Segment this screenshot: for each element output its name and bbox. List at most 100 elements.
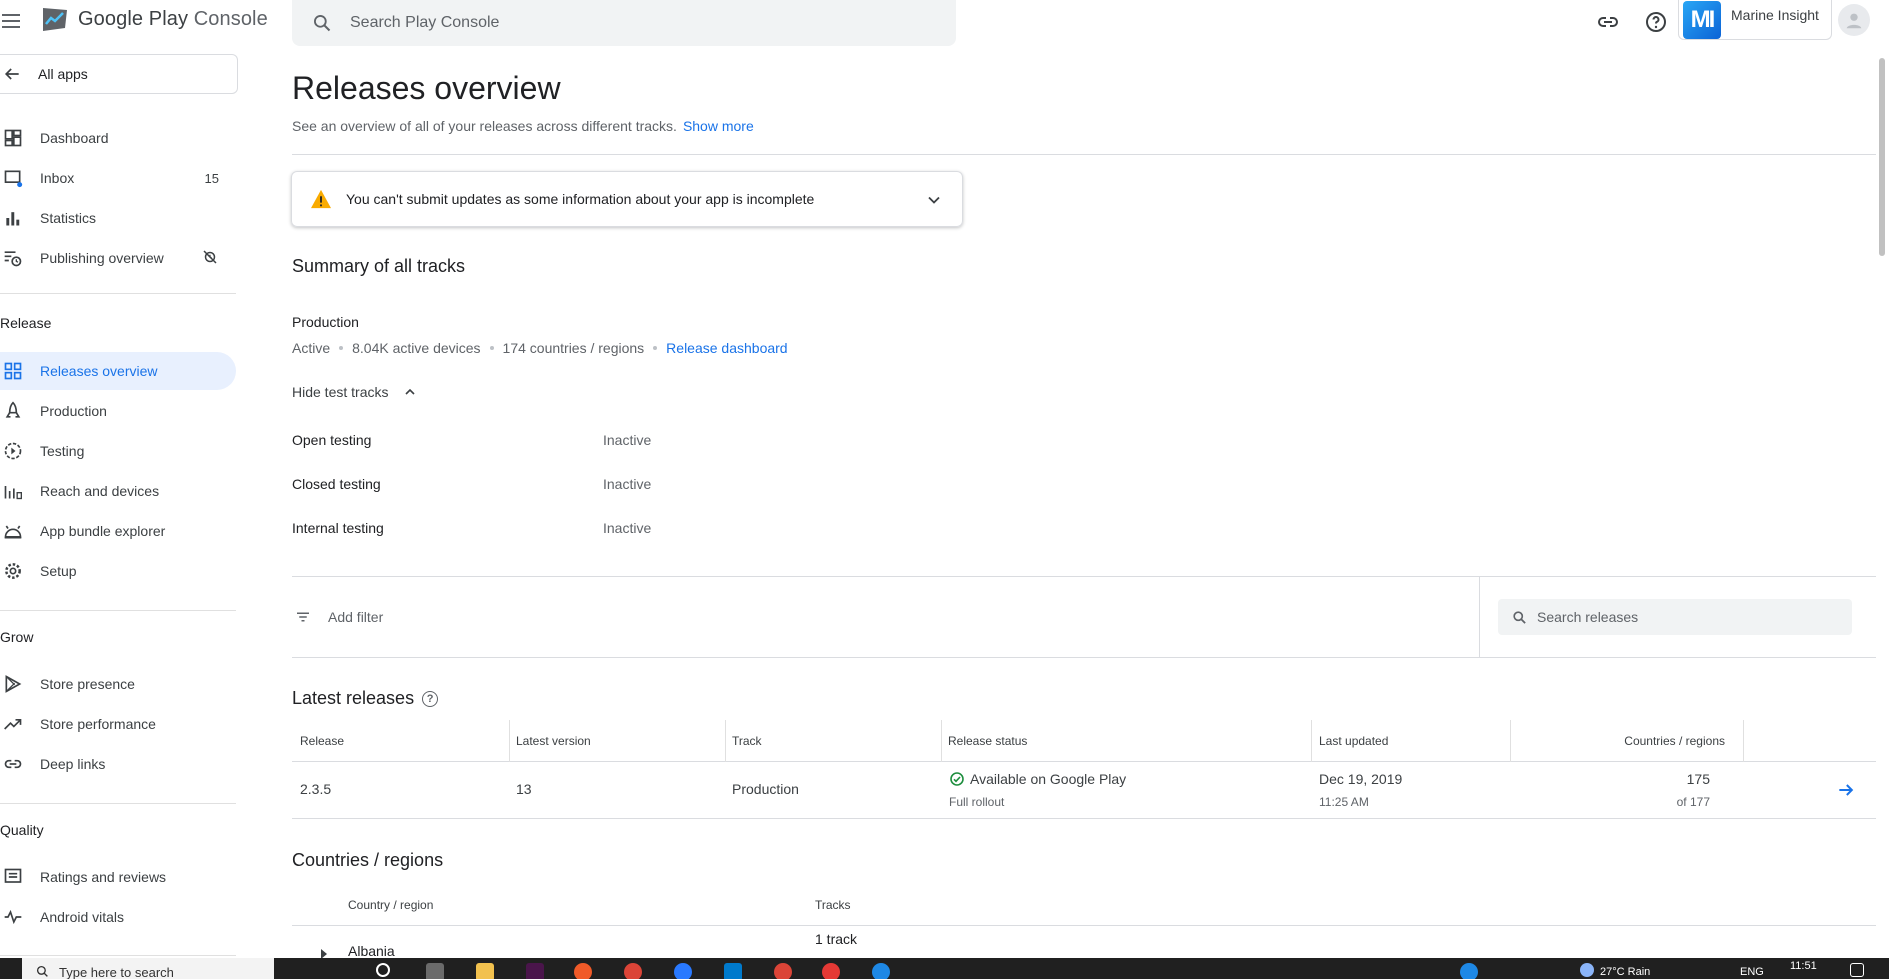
inbox-icon	[2, 167, 24, 189]
release-countries: 175	[1686, 771, 1710, 787]
browser-icon[interactable]	[674, 963, 692, 979]
bar-chart-icon	[2, 207, 24, 229]
page-subtitle: See an overview of all of your releases …	[292, 118, 754, 134]
search-releases-input[interactable]	[1537, 609, 1837, 625]
column-header-last-updated[interactable]: Last updated	[1311, 720, 1511, 762]
notifications-icon[interactable]	[1850, 963, 1864, 977]
account-switcher[interactable]: MI Marine Insight	[1678, 0, 1832, 40]
managed-publishing-off-icon	[201, 248, 219, 269]
app-icon[interactable]	[872, 963, 890, 979]
user-icon	[1846, 13, 1862, 29]
column-header-latest-version[interactable]: Latest version	[508, 720, 726, 762]
developer-name: Marine Insight	[1731, 6, 1819, 23]
taskbar-weather[interactable]: 27°C Rain	[1600, 966, 1650, 978]
search-input[interactable]	[350, 14, 950, 32]
search-bar[interactable]	[292, 0, 956, 46]
inbox-count: 15	[204, 170, 219, 186]
column-header-track[interactable]: Track	[724, 720, 942, 762]
sidebar-item-inbox[interactable]: Inbox 15	[0, 159, 236, 197]
page-scrollbar[interactable]	[1879, 58, 1885, 256]
release-rollout: Full rollout	[949, 795, 1005, 809]
sidebar-section-release: Release	[0, 315, 52, 331]
sidebar-item-store-performance[interactable]: Store performance	[0, 705, 236, 743]
taskbar-search-box[interactable]: Type here to search	[22, 958, 274, 979]
play-console-logo[interactable]: Google Play Console	[40, 4, 268, 34]
chevron-down-icon[interactable]	[924, 190, 944, 213]
production-countries: 174 countries / regions	[502, 340, 645, 356]
sidebar-item-label: App bundle explorer	[40, 523, 166, 539]
sidebar-item-label: Releases overview	[40, 363, 158, 379]
sidebar-item-testing[interactable]: Testing	[0, 432, 236, 470]
chrome-icon[interactable]	[624, 963, 642, 979]
sidebar-item-label: Deep links	[40, 756, 106, 772]
column-header-tracks[interactable]: Tracks	[815, 898, 851, 912]
search-releases-box[interactable]	[1498, 599, 1852, 635]
user-avatar[interactable]	[1838, 4, 1870, 36]
sidebar-item-label: Production	[40, 403, 107, 419]
publishing-schedule-icon	[2, 247, 24, 269]
track-name: Open testing	[292, 432, 372, 448]
column-header-release[interactable]: Release	[292, 720, 510, 762]
play-console-logo-icon	[43, 8, 67, 31]
file-explorer-icon[interactable]	[476, 963, 494, 979]
release-countries-total: of 177	[1676, 795, 1710, 809]
taskbar-language[interactable]: ENG	[1740, 966, 1764, 978]
chrome-icon[interactable]	[774, 963, 792, 979]
sidebar-item-android-vitals[interactable]: Android vitals	[0, 898, 236, 936]
cortana-icon[interactable]	[376, 963, 390, 977]
hide-test-tracks-toggle[interactable]: Hide test tracks	[292, 384, 418, 400]
link-icon[interactable]	[1595, 9, 1621, 35]
all-apps-button[interactable]: All apps	[0, 54, 238, 94]
tray-app-icon[interactable]	[1460, 963, 1478, 979]
table-row[interactable]: 2.3.5 13 Production Available on Google …	[292, 762, 1876, 819]
add-filter-button[interactable]: Add filter	[292, 577, 1480, 657]
help-icon[interactable]	[1643, 9, 1669, 35]
sidebar-item-deep-links[interactable]: Deep links	[0, 745, 236, 783]
releases-overview-icon	[2, 360, 24, 382]
sidebar-item-label: Store presence	[40, 676, 135, 692]
help-icon[interactable]: ?	[422, 691, 439, 707]
sidebar-item-ratings-and-reviews[interactable]: Ratings and reviews	[0, 858, 236, 896]
sidebar-item-reach-and-devices[interactable]: Reach and devices	[0, 472, 236, 510]
column-header-countries[interactable]: Countries / regions	[1510, 720, 1744, 762]
table-header: Release Latest version Track Release sta…	[292, 720, 1876, 762]
production-devices: 8.04K active devices	[352, 340, 481, 356]
country-tracks: 1 track	[815, 931, 858, 947]
app-icon[interactable]	[574, 963, 592, 979]
sidebar-item-statistics[interactable]: Statistics	[0, 199, 236, 237]
sidebar-item-releases-overview[interactable]: Releases overview	[0, 352, 236, 390]
taskbar-search-text: Type here to search	[59, 965, 174, 979]
sidebar-item-publishing-overview[interactable]: Publishing overview	[0, 239, 236, 277]
release-status: Available on Google Play	[949, 771, 1126, 787]
summary-title: Summary of all tracks	[292, 256, 466, 276]
countries-table-header: Country / region Tracks	[292, 890, 1876, 926]
sidebar-item-production[interactable]: Production	[0, 392, 236, 430]
show-more-link[interactable]: Show more	[683, 118, 754, 134]
arrow-forward-icon[interactable]	[1836, 780, 1856, 803]
arrow-back-icon	[4, 68, 19, 80]
column-header-country[interactable]: Country / region	[348, 898, 433, 912]
track-status: Inactive	[603, 476, 652, 492]
chrome-icon[interactable]	[822, 963, 840, 979]
slack-icon[interactable]	[526, 963, 544, 979]
task-view-icon[interactable]	[426, 963, 444, 979]
release-track: Production	[732, 781, 799, 797]
column-header-release-status[interactable]: Release status	[940, 720, 1312, 762]
release-dashboard-link[interactable]: Release dashboard	[666, 340, 787, 356]
sidebar-item-store-presence[interactable]: Store presence	[0, 665, 236, 703]
sidebar-section-quality: Quality	[0, 822, 44, 838]
vscode-icon[interactable]	[724, 963, 742, 979]
reach-devices-icon	[2, 480, 24, 502]
main-menu-button[interactable]	[0, 8, 26, 34]
taskbar-clock[interactable]: 11:51	[1790, 960, 1817, 972]
release-status-text: Available on Google Play	[970, 771, 1127, 787]
developer-logo: MI	[1683, 0, 1721, 39]
sidebar-item-dashboard[interactable]: Dashboard	[0, 119, 236, 157]
sidebar-item-setup[interactable]: Setup	[0, 552, 236, 590]
add-filter-label: Add filter	[328, 609, 384, 625]
logo-text: Google Play Console	[78, 7, 268, 30]
production-status: Active	[292, 340, 331, 356]
sidebar-item-label: Inbox	[40, 170, 75, 186]
sidebar-item-app-bundle-explorer[interactable]: App bundle explorer	[0, 512, 236, 550]
incomplete-info-warning[interactable]: You can't submit updates as some informa…	[291, 171, 963, 227]
